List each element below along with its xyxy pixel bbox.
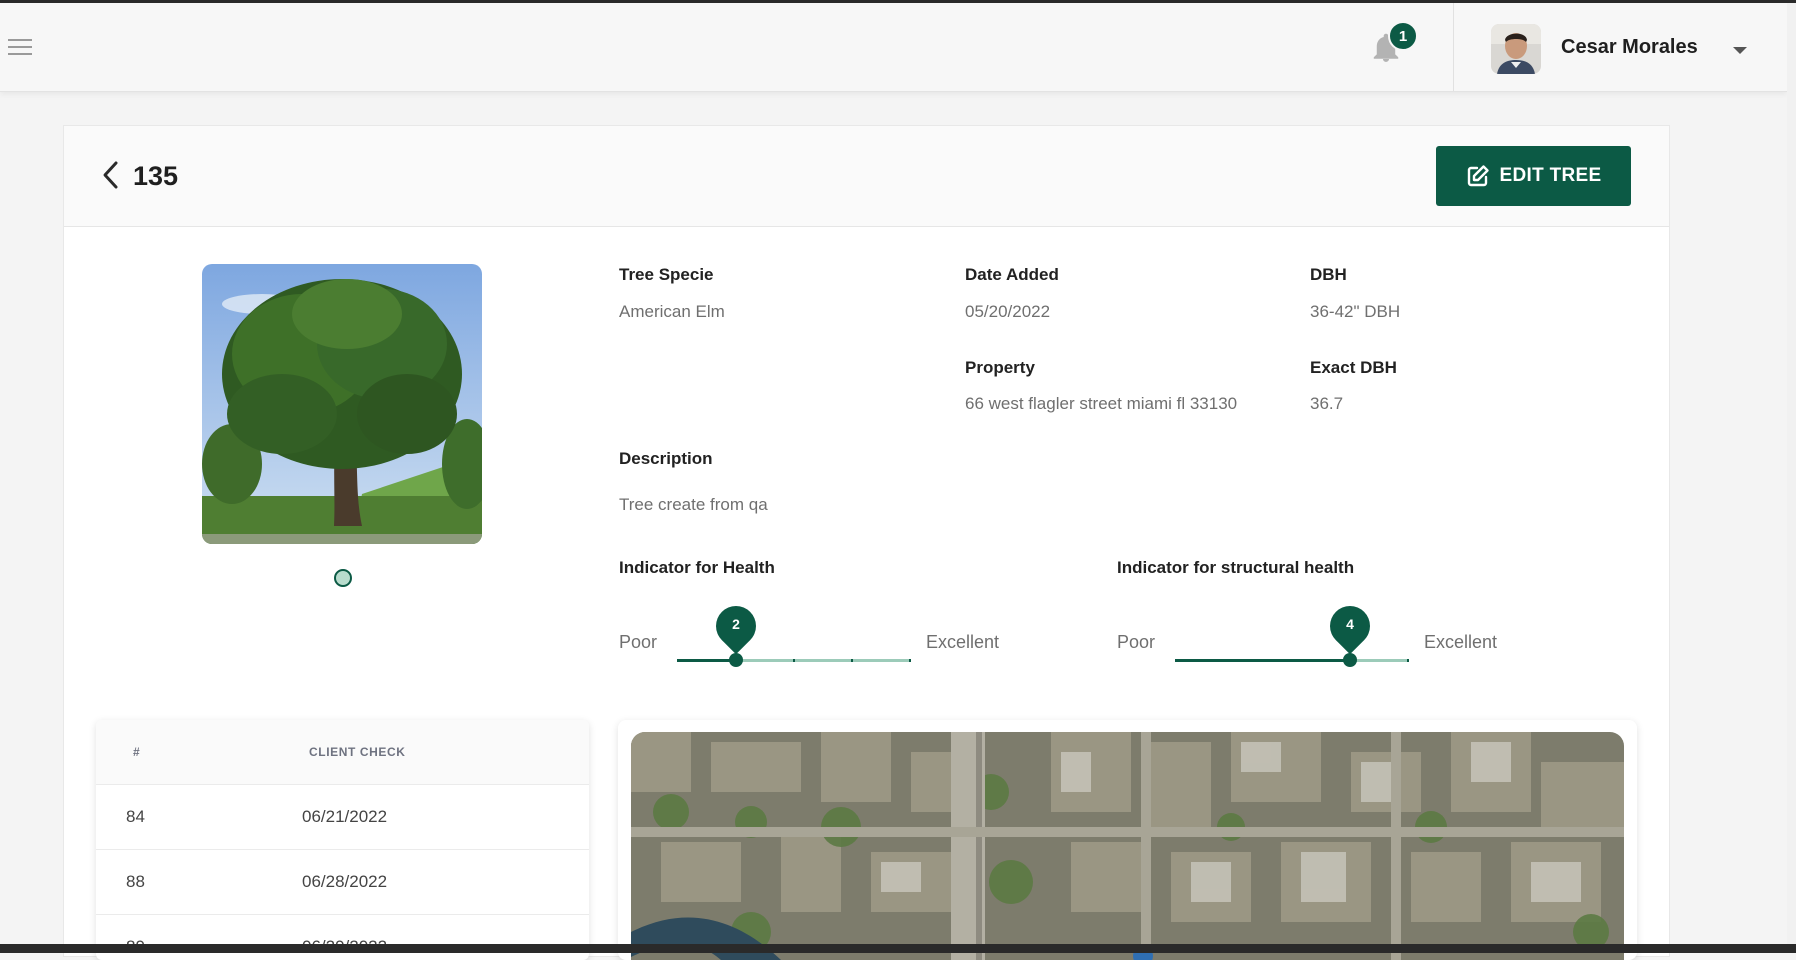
structural-slider-tick bbox=[1407, 659, 1409, 662]
column-header-client-check: CLIENT CHECK bbox=[309, 745, 406, 759]
taskbar-edge bbox=[0, 944, 1796, 953]
page-scrollbar[interactable] bbox=[1787, 3, 1796, 944]
health-slider-track-filled bbox=[678, 659, 736, 662]
table-row[interactable]: 88 06/28/2022 bbox=[96, 850, 589, 915]
health-excellent-label: Excellent bbox=[926, 632, 1000, 652]
row-date: 06/21/2022 bbox=[302, 807, 388, 826]
column-header-number: # bbox=[133, 745, 141, 759]
client-check-table: # CLIENT CHECK 84 06/21/2022 88 06/28/20… bbox=[96, 720, 589, 960]
specie-label: Tree Specie bbox=[619, 265, 714, 284]
specie-value: American Elm bbox=[619, 302, 725, 321]
property-value: 66 west flagler street miami fl 33130 bbox=[965, 394, 1238, 413]
tree-photo[interactable] bbox=[202, 264, 482, 544]
health-slider-thumb[interactable] bbox=[729, 653, 743, 667]
carousel-dot[interactable] bbox=[334, 569, 352, 587]
row-number: 88 bbox=[126, 872, 145, 891]
row-date: 06/28/2022 bbox=[302, 872, 388, 891]
health-slider-track-rest bbox=[736, 659, 910, 662]
chevron-down-icon[interactable] bbox=[1733, 47, 1747, 54]
avatar[interactable] bbox=[1491, 24, 1541, 74]
structural-slider-track-rest bbox=[1350, 659, 1408, 662]
structural-indicator-label: Indicator for structural health bbox=[1117, 558, 1355, 577]
health-indicator-label: Indicator for Health bbox=[619, 558, 775, 577]
edit-tree-label: EDIT TREE bbox=[1499, 165, 1602, 186]
tree-detail-card: 135 EDIT TREE Tree Specie American Elm D… bbox=[63, 125, 1670, 960]
row-number: 84 bbox=[126, 807, 145, 826]
structural-poor-label: Poor bbox=[1117, 632, 1156, 652]
health-slider-tick bbox=[677, 659, 679, 662]
user-name[interactable]: Cesar Morales bbox=[1561, 36, 1698, 59]
description-value: Tree create from qa bbox=[619, 495, 768, 514]
hamburger-menu-icon[interactable] bbox=[8, 39, 32, 59]
structural-slider-value-text: 4 bbox=[1346, 616, 1354, 632]
structural-excellent-label: Excellent bbox=[1424, 632, 1498, 652]
page-title: 135 bbox=[133, 161, 179, 191]
structural-slider-track-filled bbox=[1176, 659, 1350, 662]
structural-slider-tick bbox=[1175, 659, 1177, 662]
back-arrow-icon[interactable] bbox=[100, 160, 122, 190]
top-header: 1 Cesar Morales bbox=[0, 3, 1787, 92]
health-poor-label: Poor bbox=[619, 632, 658, 652]
structural-slider[interactable]: 4 bbox=[1175, 597, 1409, 674]
health-slider-value-text: 2 bbox=[732, 616, 740, 632]
exact-dbh-value: 36.7 bbox=[1310, 394, 1344, 413]
structural-slider-thumb[interactable] bbox=[1343, 653, 1357, 667]
health-slider-tick bbox=[793, 659, 795, 662]
dbh-label: DBH bbox=[1310, 265, 1347, 284]
edit-icon bbox=[1467, 165, 1489, 187]
health-slider[interactable]: 2 bbox=[677, 597, 911, 674]
dbh-value: 36-42" DBH bbox=[1310, 302, 1401, 321]
description-label: Description bbox=[619, 449, 713, 468]
edit-tree-button[interactable]: EDIT TREE bbox=[1436, 146, 1631, 206]
health-slider-tick bbox=[851, 659, 853, 662]
table-row[interactable]: 84 06/21/2022 bbox=[96, 785, 589, 850]
notification-badge: 1 bbox=[1388, 21, 1418, 51]
property-label: Property bbox=[965, 358, 1035, 377]
date-added-value: 05/20/2022 bbox=[965, 302, 1051, 321]
map-container bbox=[618, 720, 1637, 960]
table-row[interactable]: 89 06/29/2022 bbox=[96, 915, 589, 960]
structural-slider-tick bbox=[1233, 659, 1235, 662]
health-slider-tick bbox=[909, 659, 911, 662]
header-divider bbox=[1453, 3, 1454, 91]
structural-slider-tick bbox=[1291, 659, 1293, 662]
satellite-map[interactable] bbox=[631, 732, 1624, 960]
exact-dbh-label: Exact DBH bbox=[1310, 358, 1397, 377]
table-header: # CLIENT CHECK bbox=[96, 720, 589, 785]
card-header: 135 EDIT TREE bbox=[64, 126, 1669, 227]
date-added-label: Date Added bbox=[965, 265, 1059, 284]
